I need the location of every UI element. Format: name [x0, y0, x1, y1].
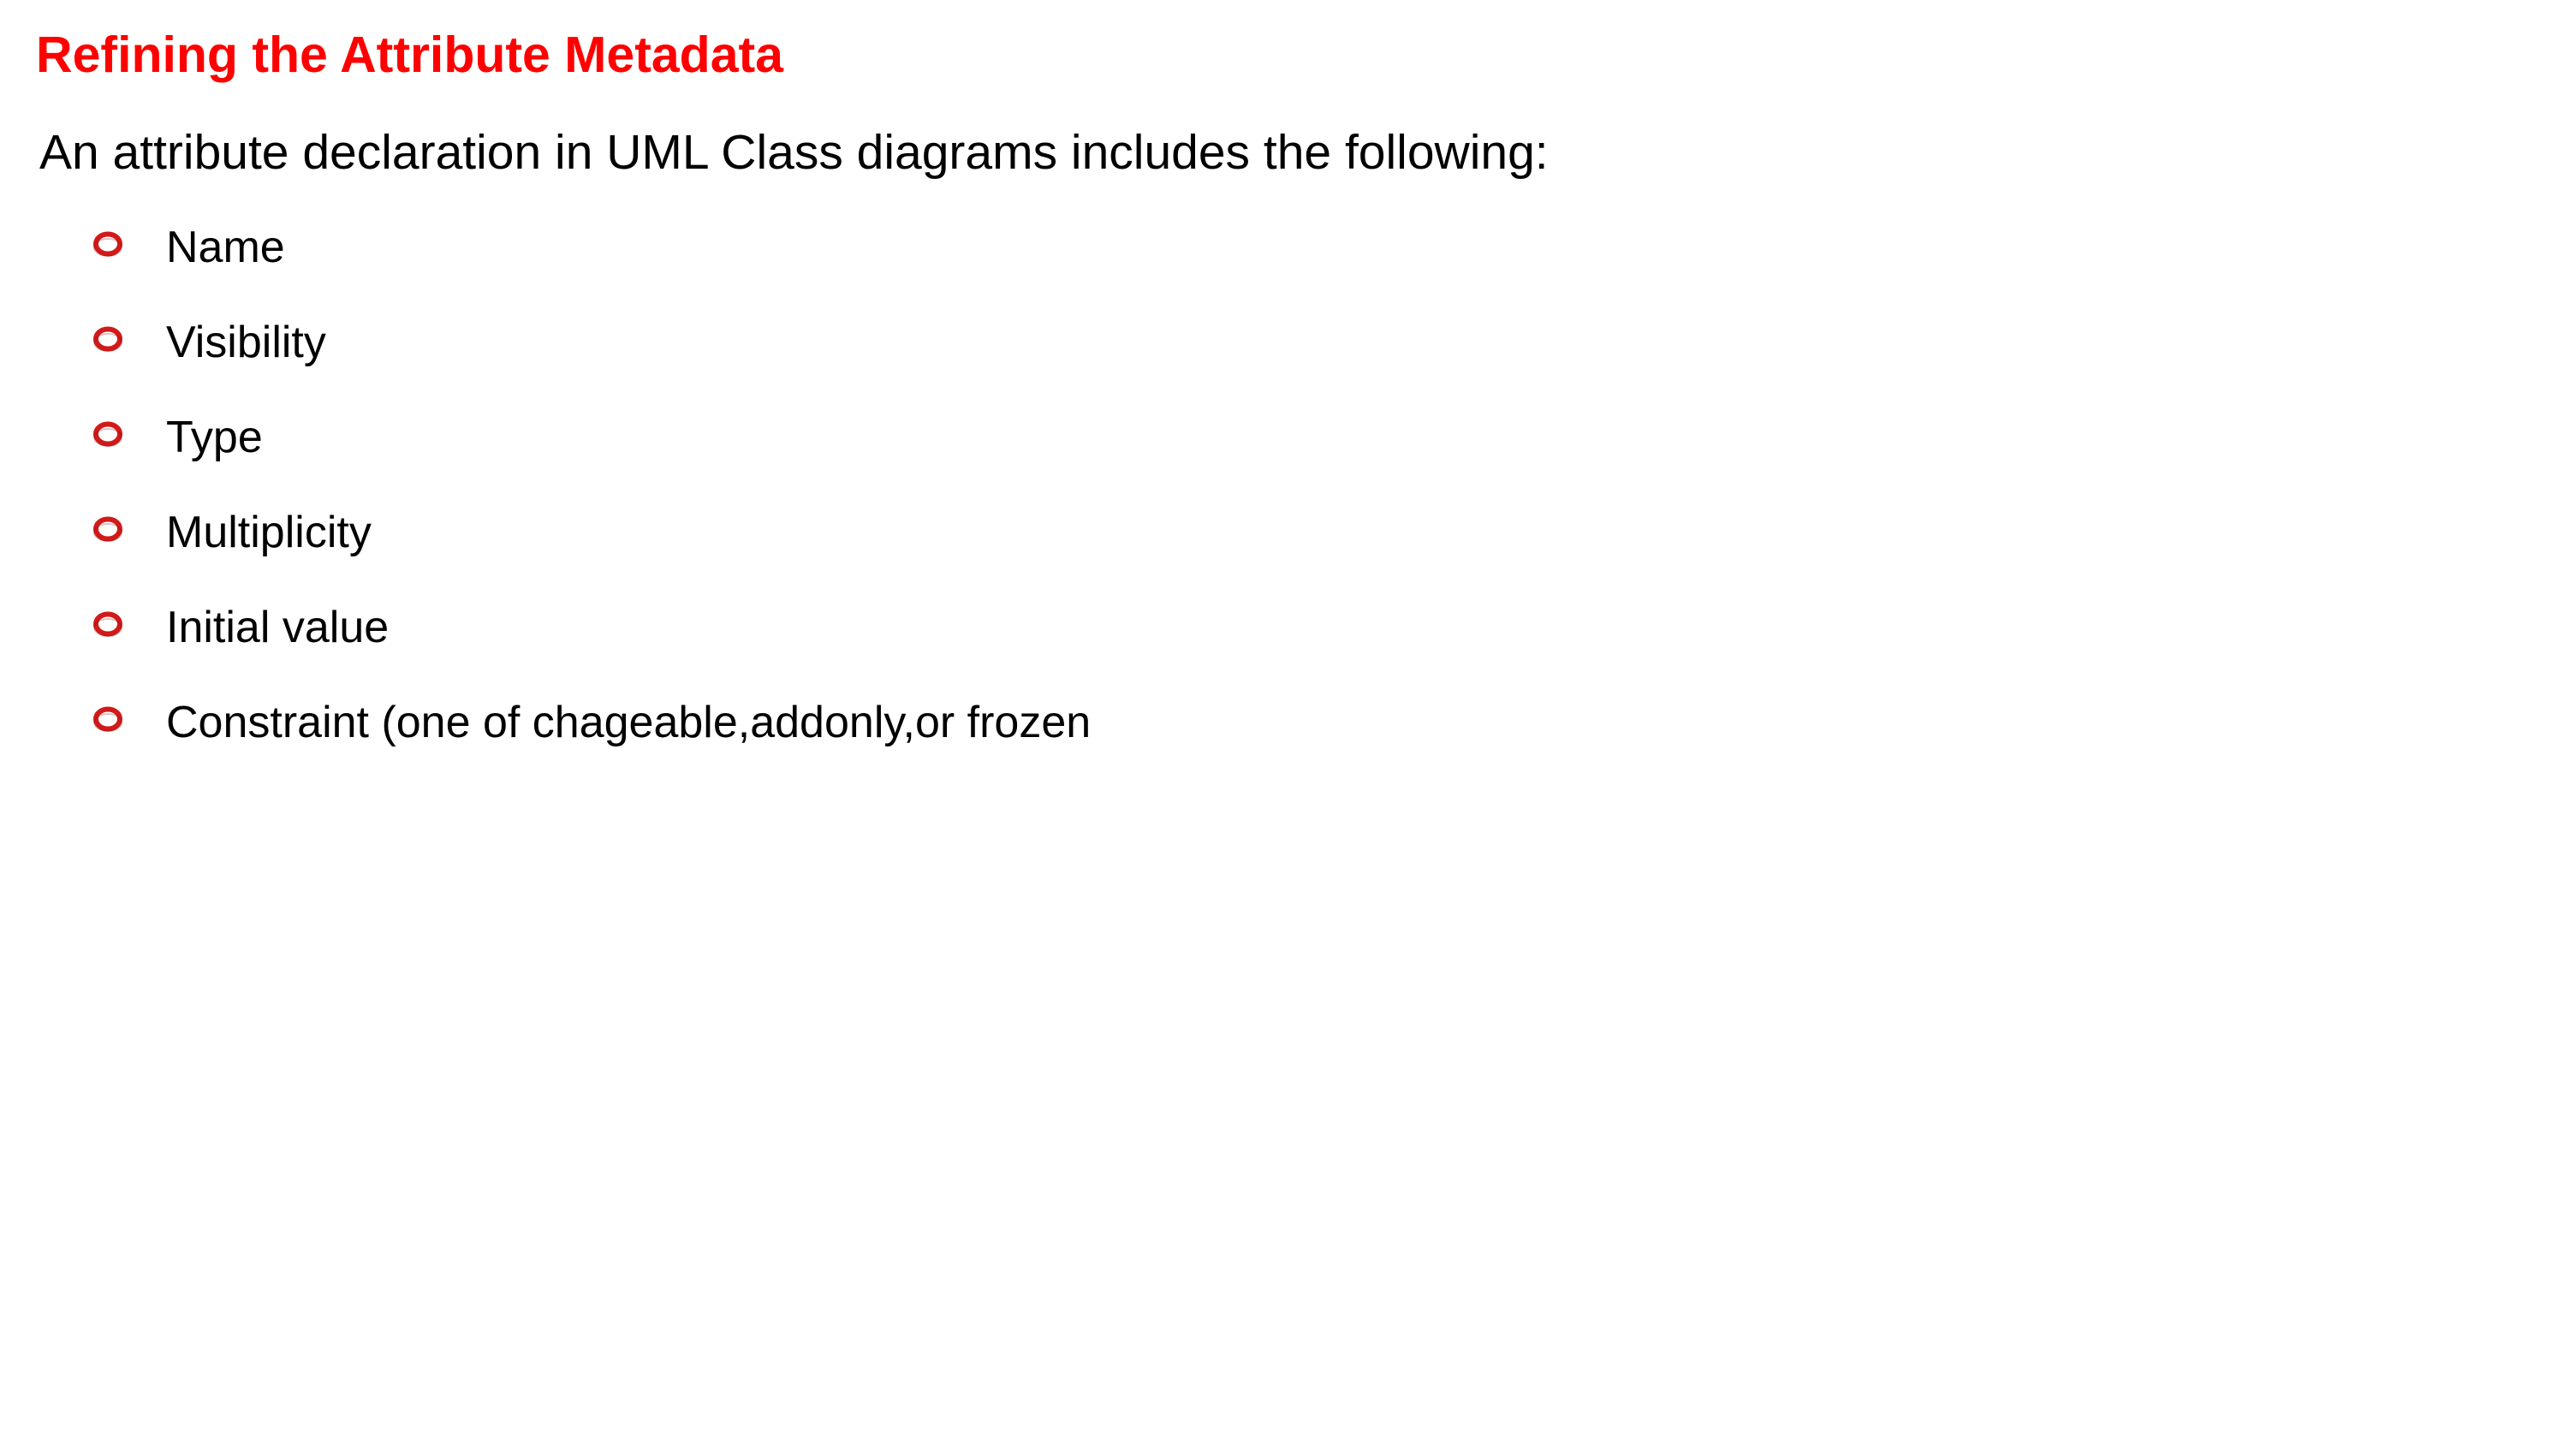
hollow-red-ring-icon — [92, 610, 123, 638]
hollow-red-ring-icon — [92, 325, 123, 353]
hollow-red-ring-icon — [92, 515, 123, 543]
hollow-red-ring-icon — [92, 705, 123, 733]
list-item-label: Name — [166, 223, 285, 272]
list-item-label: Visibility — [166, 318, 326, 367]
intro-text: An attribute declaration in UML Class di… — [39, 125, 1549, 180]
hollow-red-ring-icon — [92, 420, 123, 448]
list-item-label: Constraint (one of chageable,addonly,or … — [166, 698, 1092, 747]
slide-title: Refining the Attribute Metadata — [36, 27, 783, 83]
slide: Refining the Attribute Metadata An attri… — [0, 0, 2576, 1433]
hollow-red-ring-icon — [92, 230, 123, 258]
list-item-label: Type — [166, 413, 263, 462]
list-item-label: Multiplicity — [166, 508, 372, 557]
list-item-label: Initial value — [166, 603, 390, 652]
